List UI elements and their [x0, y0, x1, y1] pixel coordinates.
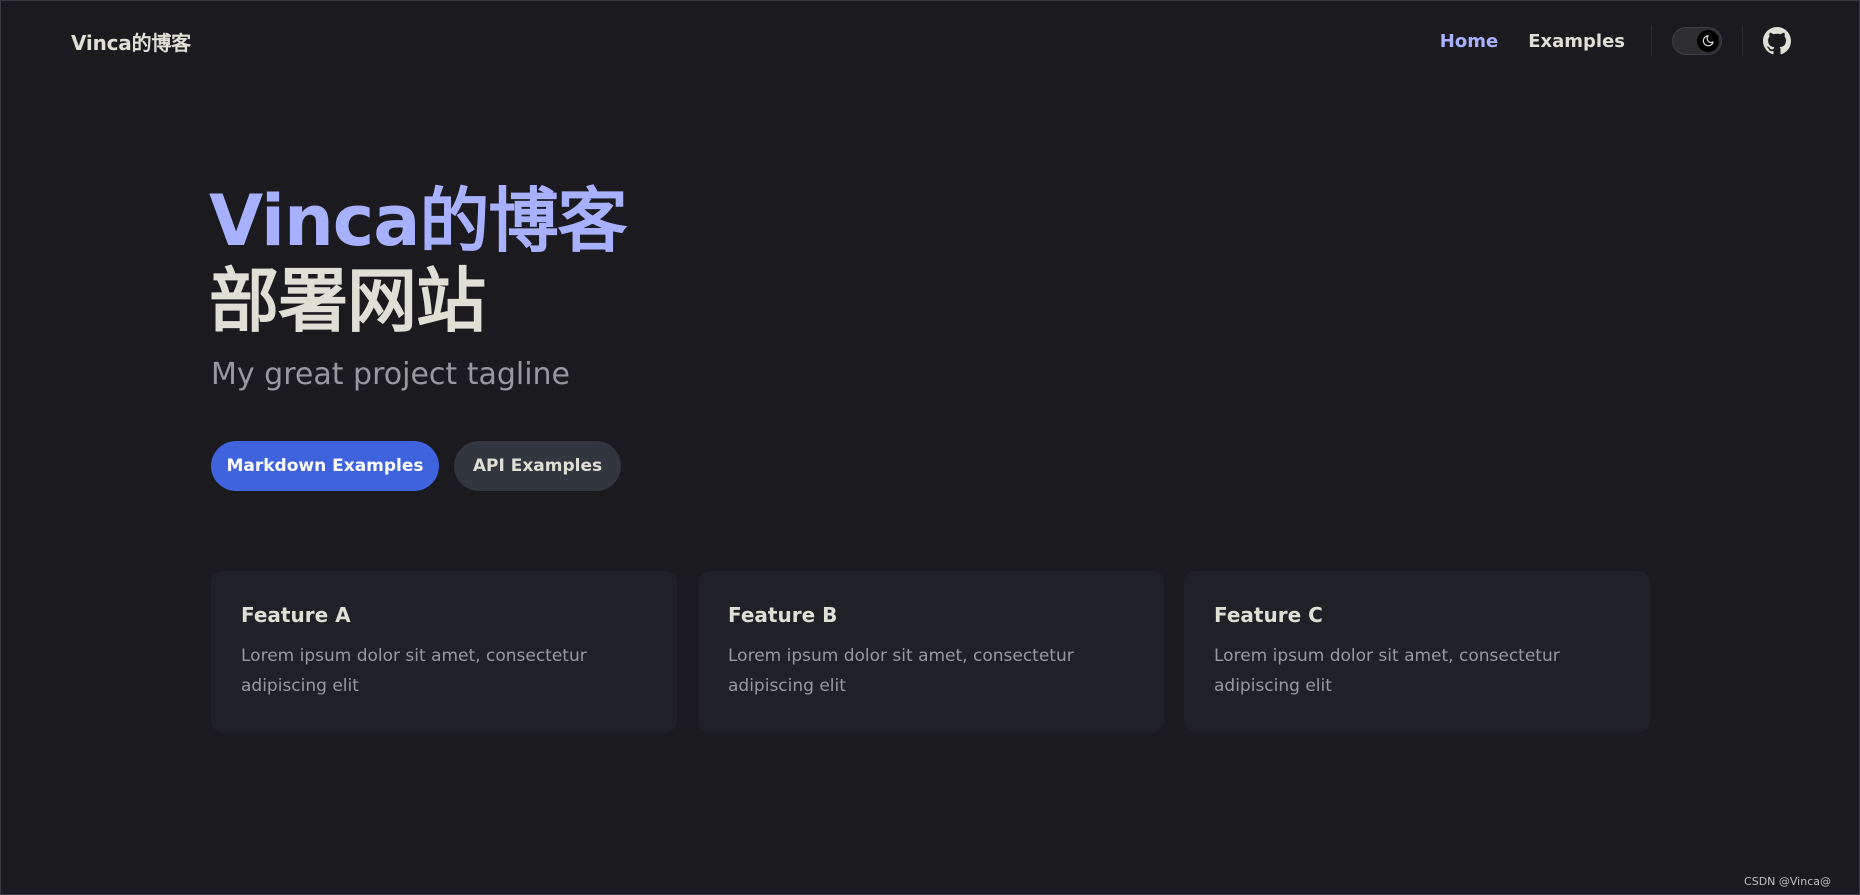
hero-tagline: My great project tagline — [211, 357, 571, 392]
feature-details: Lorem ipsum dolor sit amet, consectetur … — [728, 646, 1074, 696]
page: Vinca的博客 Home Examples Vinca的博客 部署网站 My … — [0, 0, 1860, 895]
feature-title: Feature C — [1214, 603, 1323, 627]
nav-right: Home Examples — [1410, 19, 1791, 63]
feature-title: Feature A — [241, 603, 351, 627]
feature-details: Lorem ipsum dolor sit amet, consectetur … — [1214, 646, 1560, 696]
theme-toggle[interactable] — [1672, 27, 1722, 55]
site-logo[interactable]: Vinca的博客 — [71, 27, 191, 56]
feature-card-b: Feature B Lorem ipsum dolor sit amet, co… — [698, 571, 1164, 732]
api-examples-button[interactable]: API Examples — [454, 441, 621, 491]
watermark: CSDN @Vinca@ — [1744, 875, 1831, 888]
nav-link-home[interactable]: Home — [1440, 31, 1498, 52]
nav-link-examples[interactable]: Examples — [1528, 31, 1625, 52]
feature-card-a: Feature A Lorem ipsum dolor sit amet, co… — [211, 571, 677, 732]
nav-divider — [1651, 26, 1652, 56]
nav-bar: Vinca的博客 Home Examples — [1, 1, 1859, 81]
moon-icon — [1702, 35, 1714, 47]
feature-title: Feature B — [728, 603, 838, 627]
nav-divider-2 — [1742, 26, 1743, 56]
feature-details: Lorem ipsum dolor sit amet, consectetur … — [241, 646, 587, 696]
toggle-knob — [1697, 30, 1719, 52]
hero-text: 部署网站 — [209, 260, 486, 342]
markdown-examples-button[interactable]: Markdown Examples — [211, 441, 439, 491]
feature-card-c: Feature C Lorem ipsum dolor sit amet, co… — [1184, 571, 1650, 732]
hero-name: Vinca的博客 — [209, 180, 628, 262]
github-icon[interactable] — [1763, 27, 1791, 55]
